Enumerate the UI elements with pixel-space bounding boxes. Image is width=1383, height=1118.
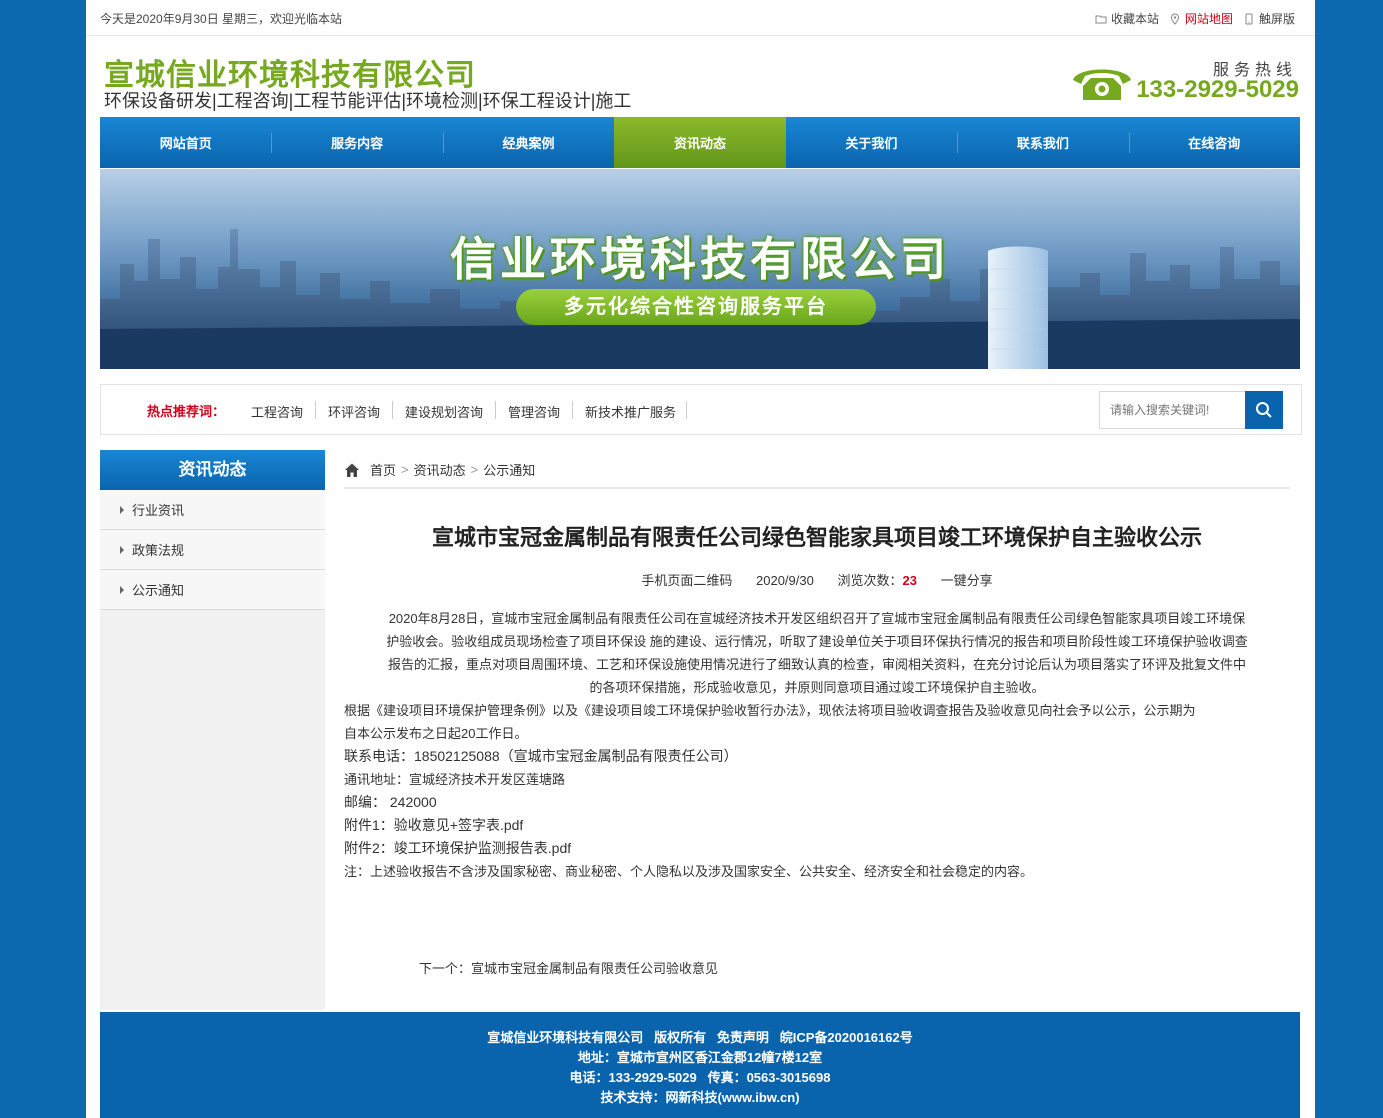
- top-links: 收藏本站 网站地图 触屏版: [1089, 10, 1295, 27]
- caret-right-icon: [120, 585, 124, 594]
- touch-version-link[interactable]: 触屏版: [1243, 10, 1295, 27]
- breadcrumb-section[interactable]: 资讯动态: [414, 460, 466, 479]
- attachment-link[interactable]: 附件1：验收意见+签字表.pdf: [344, 814, 1290, 837]
- hotline-number: 133-2929-5029: [1136, 76, 1299, 103]
- sidebar-item-industry-news[interactable]: 行业资讯: [100, 490, 325, 530]
- sitemap-link[interactable]: 网站地图: [1169, 10, 1233, 27]
- banner-title: 信业环境科技有限公司: [450, 233, 950, 285]
- text-line: 2020年8月28日，宣城市宝冠金属制品有限责任公司在宣城经济技术开发区组织召开…: [388, 611, 1246, 626]
- keyword-divider: [572, 401, 573, 419]
- sidebar-item-label: 行业资讯: [132, 503, 185, 518]
- breadcrumb-current[interactable]: 公示通知: [483, 460, 535, 479]
- footer: 宣城信业环境科技有限公司 版权所有 免责声明 皖ICP备2020016162号 …: [100, 1012, 1300, 1118]
- sidebar-item-label: 公示通知: [132, 583, 185, 598]
- footer-tech-support[interactable]: 技术支持：网新科技(www.ibw.cn): [100, 1088, 1300, 1108]
- favorite-label: 收藏本站: [1110, 12, 1159, 26]
- breadcrumb-home[interactable]: 首页: [370, 460, 396, 479]
- breadcrumb: 首页 > 资讯动态 > 公示通知: [344, 452, 1290, 489]
- article-body: 2020年8月28日，宣城市宝冠金属制品有限责任公司在宣城经济技术开发区组织召开…: [344, 607, 1290, 883]
- article-meta: 手机页面二维码 2020/9/30 浏览次数：23 一键分享: [344, 570, 1290, 589]
- nav-home[interactable]: 网站首页: [100, 117, 271, 168]
- text-line: 自本公示发布之日起20工作日。: [344, 726, 528, 741]
- keyword-divider: [495, 401, 496, 419]
- text-line: 报告的汇报，重点对项目周围环境、工艺和环保设施使用情况进行了细致认真的检查，审阅…: [387, 657, 1246, 672]
- mobile-icon: [1245, 13, 1253, 24]
- search-input[interactable]: [1100, 392, 1244, 428]
- hot-keywords-label: 热点推荐词：: [147, 404, 226, 419]
- search-box: [1099, 391, 1283, 429]
- nav-cases[interactable]: 经典案例: [442, 117, 614, 168]
- share-button[interactable]: 一键分享: [941, 573, 993, 588]
- qr-code-link[interactable]: 手机页面二维码: [641, 573, 732, 588]
- home-icon: [345, 463, 359, 477]
- company-services: 环保设备研发|工程咨询|工程节能评估|环境检测|环保工程设计|施工: [104, 91, 632, 111]
- sidebar-item-notices[interactable]: 公示通知: [100, 570, 325, 610]
- sitemap-label: 网站地图: [1184, 12, 1233, 26]
- caret-right-icon: [120, 505, 124, 514]
- article-paragraph: 根据《建设项目环境保护管理条例》以及《建设项目竣工环境保护验收暂行办法》，现依法…: [344, 699, 1290, 745]
- page: 今天是2020年9月30日 星期三，欢迎光临本站 收藏本站 网站地图 触屏版 宣…: [86, 0, 1315, 1118]
- hot-keyword[interactable]: 工程咨询: [251, 402, 303, 421]
- contact-address: 通讯地址：宣城经济技术开发区莲塘路: [344, 772, 566, 787]
- breadcrumb-separator: >: [401, 462, 409, 477]
- hot-keyword[interactable]: 建设规划咨询: [405, 402, 483, 421]
- nav-about[interactable]: 关于我们: [786, 117, 957, 168]
- hot-keyword[interactable]: 管理咨询: [508, 402, 560, 421]
- text-line: 根据《建设项目环境保护管理条例》以及《建设项目竣工环境保护验收暂行办法》，现依法…: [344, 703, 1196, 718]
- text-line: 护验收会。验收组成员现场检查了项目环保设 施的建设、运行情况，听取了建设单位关于…: [386, 634, 1248, 649]
- article-paragraph: 2020年8月28日，宣城市宝冠金属制品有限责任公司在宣城经济技术开发区组织召开…: [344, 607, 1290, 699]
- text-line: 的各项环保措施，形成验收意见，并原则同意项目通过竣工环境保护自主验收。: [589, 680, 1045, 695]
- main-nav: 网站首页 服务内容 经典案例 资讯动态 关于我们 联系我们 在线咨询: [100, 117, 1300, 168]
- keyword-divider: [315, 401, 316, 419]
- sidebar-item-policies[interactable]: 政策法规: [100, 530, 325, 570]
- nav-online-consult[interactable]: 在线咨询: [1128, 117, 1300, 168]
- view-count-value: 23: [902, 573, 917, 588]
- article-title: 宣城市宝冠金属制品有限责任公司绿色智能家具项目竣工环境保护自主验收公示: [431, 525, 1202, 550]
- touch-version-label: 触屏版: [1258, 12, 1295, 26]
- hot-keyword[interactable]: 新技术推广服务: [585, 402, 676, 421]
- nav-services[interactable]: 服务内容: [271, 117, 442, 168]
- hot-keyword[interactable]: 环评咨询: [328, 402, 380, 421]
- map-pin-icon: [1170, 12, 1179, 25]
- caret-right-icon: [120, 545, 124, 554]
- disclaimer-note: 注：上述验收报告不含涉及国家秘密、商业秘密、个人隐私以及涉及国家安全、公共安全、…: [344, 864, 1034, 879]
- nav-news[interactable]: 资讯动态: [614, 117, 786, 168]
- telephone-icon: [1073, 69, 1131, 100]
- hotline: 服务热线 133-2929-5029: [1069, 56, 1301, 106]
- footer-copyright: 宣城信业环境科技有限公司 版权所有 免责声明 皖ICP备2020016162号: [487, 1030, 913, 1045]
- nav-contact[interactable]: 联系我们: [957, 117, 1128, 168]
- folder-icon: [1095, 15, 1107, 23]
- postcode: 邮编： 242000: [344, 794, 437, 810]
- search-icon: [1256, 402, 1272, 418]
- search-button[interactable]: [1245, 391, 1283, 429]
- hero-banner: 信业环境科技有限公司 多元化综合性咨询服务平台: [100, 169, 1300, 369]
- favorite-link[interactable]: 收藏本站: [1095, 10, 1159, 27]
- view-count: 浏览次数：23: [837, 573, 916, 588]
- top-bar: 今天是2020年9月30日 星期三，欢迎光临本站 收藏本站 网站地图 触屏版: [86, 0, 1315, 36]
- hot-keywords-bar: 热点推荐词： 工程咨询 环评咨询 建设规划咨询 管理咨询 新技术推广服务: [100, 384, 1302, 435]
- welcome-text: 今天是2020年9月30日 星期三，欢迎光临本站: [100, 12, 343, 26]
- keyword-divider: [686, 401, 687, 419]
- keyword-divider: [392, 401, 393, 419]
- article-date: 2020/9/30: [756, 573, 814, 588]
- footer-contact: 电话：133-2929-5029 传真：0563-3015698: [569, 1070, 831, 1085]
- next-article-link[interactable]: 下一个：宣城市宝冠金属制品有限责任公司验收意见: [419, 958, 718, 977]
- sidebar: 资讯动态 行业资讯 政策法规 公示通知: [100, 450, 325, 1010]
- footer-address: 地址：宣城市宣州区香江金郡12幢7楼12室: [577, 1050, 823, 1065]
- sidebar-item-label: 政策法规: [132, 543, 185, 558]
- banner-subtitle: 多元化综合性咨询服务平台: [516, 289, 876, 325]
- attachment-link[interactable]: 附件2：竣工环境保护监测报告表.pdf: [344, 837, 1290, 860]
- sidebar-title: 资讯动态: [100, 450, 325, 490]
- view-count-label: 浏览次数：: [837, 573, 903, 588]
- breadcrumb-separator: >: [470, 462, 479, 477]
- contact-phone: 联系电话：18502125088（宣城市宝冠金属制品有限责任公司）: [344, 748, 738, 764]
